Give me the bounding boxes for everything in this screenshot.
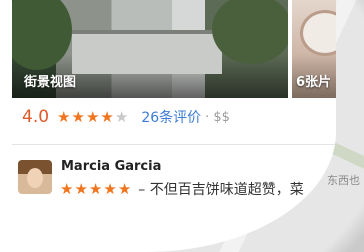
review-text: – 不但百吉饼味道超赞，菜: [138, 182, 304, 198]
rating-row: 4.0 ★ ★ ★ ★ ★ 26条评价 · $$: [22, 106, 230, 128]
price-level: · $$: [205, 109, 230, 125]
coffee-cup-image: [300, 10, 336, 56]
star-empty-icon: ★: [114, 108, 130, 126]
avatar[interactable]: [18, 160, 52, 194]
star-icon: ★: [57, 108, 72, 126]
rating-stars: ★ ★ ★ ★ ★: [57, 108, 129, 126]
building-image: [72, 30, 222, 74]
street-view-photo[interactable]: 街景视图: [12, 0, 288, 98]
tree-image: [12, 0, 72, 70]
tree-image: [212, 0, 288, 64]
rating-score: 4.0: [22, 107, 50, 127]
star-icon: ★: [103, 180, 118, 198]
review-snippet[interactable]: ★ ★ ★ ★ ★ – 不但百吉饼味道超赞，菜: [60, 179, 304, 199]
photos-thumbnail[interactable]: 6张片: [292, 0, 336, 98]
divider: [12, 144, 336, 145]
star-icon: ★: [71, 108, 86, 126]
reviews-link[interactable]: 26条评价: [141, 107, 201, 127]
map-road-label: 东西也: [327, 174, 360, 187]
review-stars: ★ ★ ★ ★ ★: [60, 180, 132, 198]
star-icon: ★: [100, 108, 115, 126]
street-view-label: 街景视图: [24, 75, 77, 90]
photo-count-label: 6张片: [296, 75, 332, 90]
star-icon: ★: [74, 180, 89, 198]
star-icon: ★: [117, 180, 133, 198]
reviewer-name[interactable]: Marcia Garcia: [61, 159, 161, 174]
star-icon: ★: [85, 108, 101, 126]
star-icon: ★: [60, 180, 75, 198]
star-icon: ★: [88, 180, 104, 198]
